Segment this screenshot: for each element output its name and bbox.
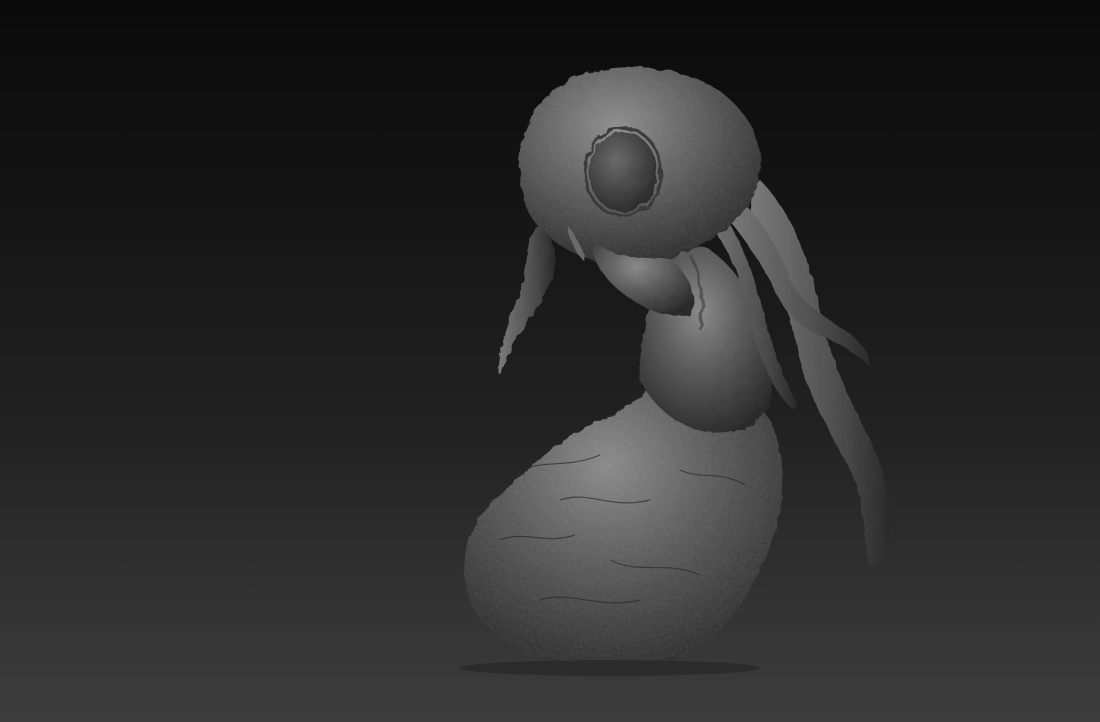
creature-sculpture [460, 67, 891, 676]
sculpt-viewport[interactable] [0, 0, 1100, 722]
left-mandible [497, 225, 556, 374]
ground-shadow [460, 660, 760, 676]
creature-eye [583, 126, 663, 218]
